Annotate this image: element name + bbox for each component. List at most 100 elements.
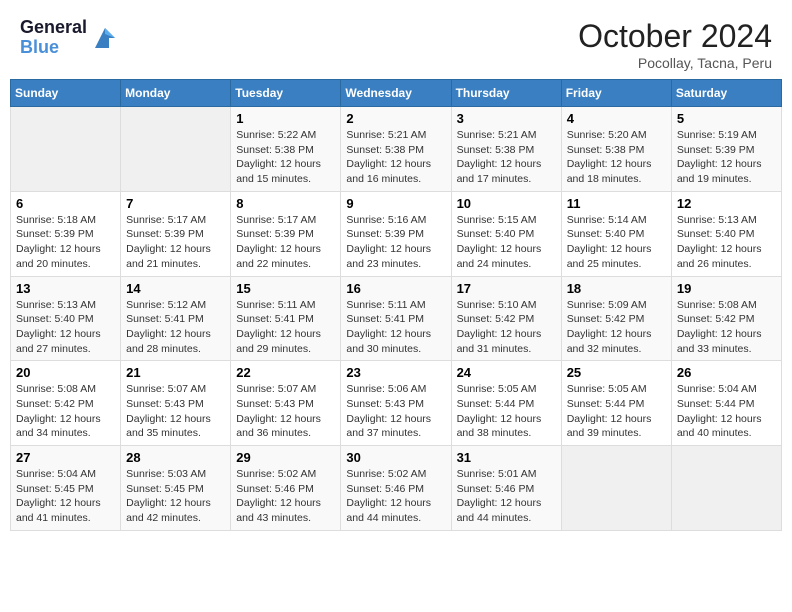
calendar-week-1: 1 Sunrise: 5:22 AMSunset: 5:38 PMDaylight… <box>11 107 782 192</box>
day-number: 30 <box>346 450 445 465</box>
logo-blue-text: Blue <box>20 37 59 57</box>
calendar-cell: 27 Sunrise: 5:04 AMSunset: 5:45 PMDayligh… <box>11 446 121 531</box>
day-info: Sunrise: 5:22 AMSunset: 5:38 PMDaylight:… <box>236 128 335 187</box>
day-info: Sunrise: 5:05 AMSunset: 5:44 PMDaylight:… <box>457 382 556 441</box>
day-info: Sunrise: 5:09 AMSunset: 5:42 PMDaylight:… <box>567 298 666 357</box>
calendar-cell <box>121 107 231 192</box>
day-number: 26 <box>677 365 776 380</box>
calendar-cell: 30 Sunrise: 5:02 AMSunset: 5:46 PMDayligh… <box>341 446 451 531</box>
weekday-row: SundayMondayTuesdayWednesdayThursdayFrid… <box>11 80 782 107</box>
day-info: Sunrise: 5:02 AMSunset: 5:46 PMDaylight:… <box>236 467 335 526</box>
day-info: Sunrise: 5:07 AMSunset: 5:43 PMDaylight:… <box>126 382 225 441</box>
calendar-cell: 1 Sunrise: 5:22 AMSunset: 5:38 PMDaylight… <box>231 107 341 192</box>
calendar-title: October 2024 <box>578 18 772 55</box>
day-info: Sunrise: 5:17 AMSunset: 5:39 PMDaylight:… <box>126 213 225 272</box>
weekday-header-saturday: Saturday <box>671 80 781 107</box>
day-number: 12 <box>677 196 776 211</box>
calendar-cell: 25 Sunrise: 5:05 AMSunset: 5:44 PMDayligh… <box>561 361 671 446</box>
calendar-cell: 22 Sunrise: 5:07 AMSunset: 5:43 PMDayligh… <box>231 361 341 446</box>
day-number: 21 <box>126 365 225 380</box>
calendar-cell: 17 Sunrise: 5:10 AMSunset: 5:42 PMDayligh… <box>451 276 561 361</box>
day-info: Sunrise: 5:16 AMSunset: 5:39 PMDaylight:… <box>346 213 445 272</box>
day-number: 2 <box>346 111 445 126</box>
calendar-cell: 3Sunrise: 5:21 AMSunset: 5:38 PMDaylight… <box>451 107 561 192</box>
day-info: Sunrise: 5:08 AMSunset: 5:42 PMDaylight:… <box>677 298 776 357</box>
day-number: 31 <box>457 450 556 465</box>
day-info: Sunrise: 5:18 AMSunset: 5:39 PMDaylight:… <box>16 213 115 272</box>
day-number: 7 <box>126 196 225 211</box>
calendar-cell: 5 Sunrise: 5:19 AMSunset: 5:39 PMDaylight… <box>671 107 781 192</box>
calendar-cell: 16 Sunrise: 5:11 AMSunset: 5:41 PMDayligh… <box>341 276 451 361</box>
day-info: Sunrise: 5:17 AMSunset: 5:39 PMDaylight:… <box>236 213 335 272</box>
header: GeneralBlue October 2024 Pocollay, Tacna… <box>10 10 782 79</box>
day-info: Sunrise: 5:19 AMSunset: 5:39 PMDaylight:… <box>677 128 776 187</box>
logo-icon <box>91 24 119 52</box>
day-number: 20 <box>16 365 115 380</box>
day-info: Sunrise: 5:01 AMSunset: 5:46 PMDaylight:… <box>457 467 556 526</box>
logo-text: GeneralBlue <box>20 18 87 58</box>
day-number: 22 <box>236 365 335 380</box>
calendar-cell: 31 Sunrise: 5:01 AMSunset: 5:46 PMDayligh… <box>451 446 561 531</box>
day-info: Sunrise: 5:07 AMSunset: 5:43 PMDaylight:… <box>236 382 335 441</box>
calendar-cell <box>671 446 781 531</box>
day-info: Sunrise: 5:02 AMSunset: 5:46 PMDaylight:… <box>346 467 445 526</box>
day-info: Sunrise: 5:21 AMSunset: 5:38 PMDaylight:… <box>346 128 445 187</box>
calendar-cell: 12 Sunrise: 5:13 AMSunset: 5:40 PMDayligh… <box>671 191 781 276</box>
calendar-cell: 29 Sunrise: 5:02 AMSunset: 5:46 PMDayligh… <box>231 446 341 531</box>
day-number: 18 <box>567 281 666 296</box>
calendar-week-2: 6 Sunrise: 5:18 AMSunset: 5:39 PMDaylight… <box>11 191 782 276</box>
calendar-cell: 15 Sunrise: 5:11 AMSunset: 5:41 PMDayligh… <box>231 276 341 361</box>
day-number: 19 <box>677 281 776 296</box>
day-info: Sunrise: 5:03 AMSunset: 5:45 PMDaylight:… <box>126 467 225 526</box>
weekday-header-friday: Friday <box>561 80 671 107</box>
day-info: Sunrise: 5:13 AMSunset: 5:40 PMDaylight:… <box>677 213 776 272</box>
day-number: 28 <box>126 450 225 465</box>
day-number: 6 <box>16 196 115 211</box>
day-info: Sunrise: 5:11 AMSunset: 5:41 PMDaylight:… <box>346 298 445 357</box>
calendar-cell: 14Sunrise: 5:12 AMSunset: 5:41 PMDayligh… <box>121 276 231 361</box>
day-number: 16 <box>346 281 445 296</box>
day-number: 23 <box>346 365 445 380</box>
day-number: 10 <box>457 196 556 211</box>
day-number: 8 <box>236 196 335 211</box>
calendar-week-5: 27 Sunrise: 5:04 AMSunset: 5:45 PMDayligh… <box>11 446 782 531</box>
calendar-cell: 10 Sunrise: 5:15 AMSunset: 5:40 PMDayligh… <box>451 191 561 276</box>
day-info: Sunrise: 5:21 AMSunset: 5:38 PMDaylight:… <box>457 128 556 187</box>
day-number: 17 <box>457 281 556 296</box>
calendar-cell: 21 Sunrise: 5:07 AMSunset: 5:43 PMDayligh… <box>121 361 231 446</box>
calendar-cell <box>11 107 121 192</box>
day-info: Sunrise: 5:04 AMSunset: 5:44 PMDaylight:… <box>677 382 776 441</box>
weekday-header-wednesday: Wednesday <box>341 80 451 107</box>
logo: GeneralBlue <box>20 18 119 58</box>
day-number: 25 <box>567 365 666 380</box>
day-number: 24 <box>457 365 556 380</box>
day-info: Sunrise: 5:05 AMSunset: 5:44 PMDaylight:… <box>567 382 666 441</box>
calendar-header: SundayMondayTuesdayWednesdayThursdayFrid… <box>11 80 782 107</box>
calendar-cell: 8 Sunrise: 5:17 AMSunset: 5:39 PMDaylight… <box>231 191 341 276</box>
calendar-cell: 4 Sunrise: 5:20 AMSunset: 5:38 PMDaylight… <box>561 107 671 192</box>
day-number: 29 <box>236 450 335 465</box>
day-number: 1 <box>236 111 335 126</box>
day-number: 4 <box>567 111 666 126</box>
calendar-subtitle: Pocollay, Tacna, Peru <box>578 55 772 71</box>
weekday-header-monday: Monday <box>121 80 231 107</box>
day-info: Sunrise: 5:15 AMSunset: 5:40 PMDaylight:… <box>457 213 556 272</box>
day-info: Sunrise: 5:10 AMSunset: 5:42 PMDaylight:… <box>457 298 556 357</box>
calendar-cell: 26 Sunrise: 5:04 AMSunset: 5:44 PMDayligh… <box>671 361 781 446</box>
day-number: 27 <box>16 450 115 465</box>
calendar-cell: 2 Sunrise: 5:21 AMSunset: 5:38 PMDaylight… <box>341 107 451 192</box>
day-number: 9 <box>346 196 445 211</box>
day-info: Sunrise: 5:20 AMSunset: 5:38 PMDaylight:… <box>567 128 666 187</box>
day-number: 15 <box>236 281 335 296</box>
calendar-cell: 20Sunrise: 5:08 AMSunset: 5:42 PMDayligh… <box>11 361 121 446</box>
title-area: October 2024 Pocollay, Tacna, Peru <box>578 18 772 71</box>
day-info: Sunrise: 5:13 AMSunset: 5:40 PMDaylight:… <box>16 298 115 357</box>
calendar-cell: 11Sunrise: 5:14 AMSunset: 5:40 PMDayligh… <box>561 191 671 276</box>
day-number: 5 <box>677 111 776 126</box>
day-info: Sunrise: 5:04 AMSunset: 5:45 PMDaylight:… <box>16 467 115 526</box>
day-number: 11 <box>567 196 666 211</box>
day-number: 13 <box>16 281 115 296</box>
day-number: 14 <box>126 281 225 296</box>
calendar-cell: 24 Sunrise: 5:05 AMSunset: 5:44 PMDayligh… <box>451 361 561 446</box>
day-info: Sunrise: 5:11 AMSunset: 5:41 PMDaylight:… <box>236 298 335 357</box>
